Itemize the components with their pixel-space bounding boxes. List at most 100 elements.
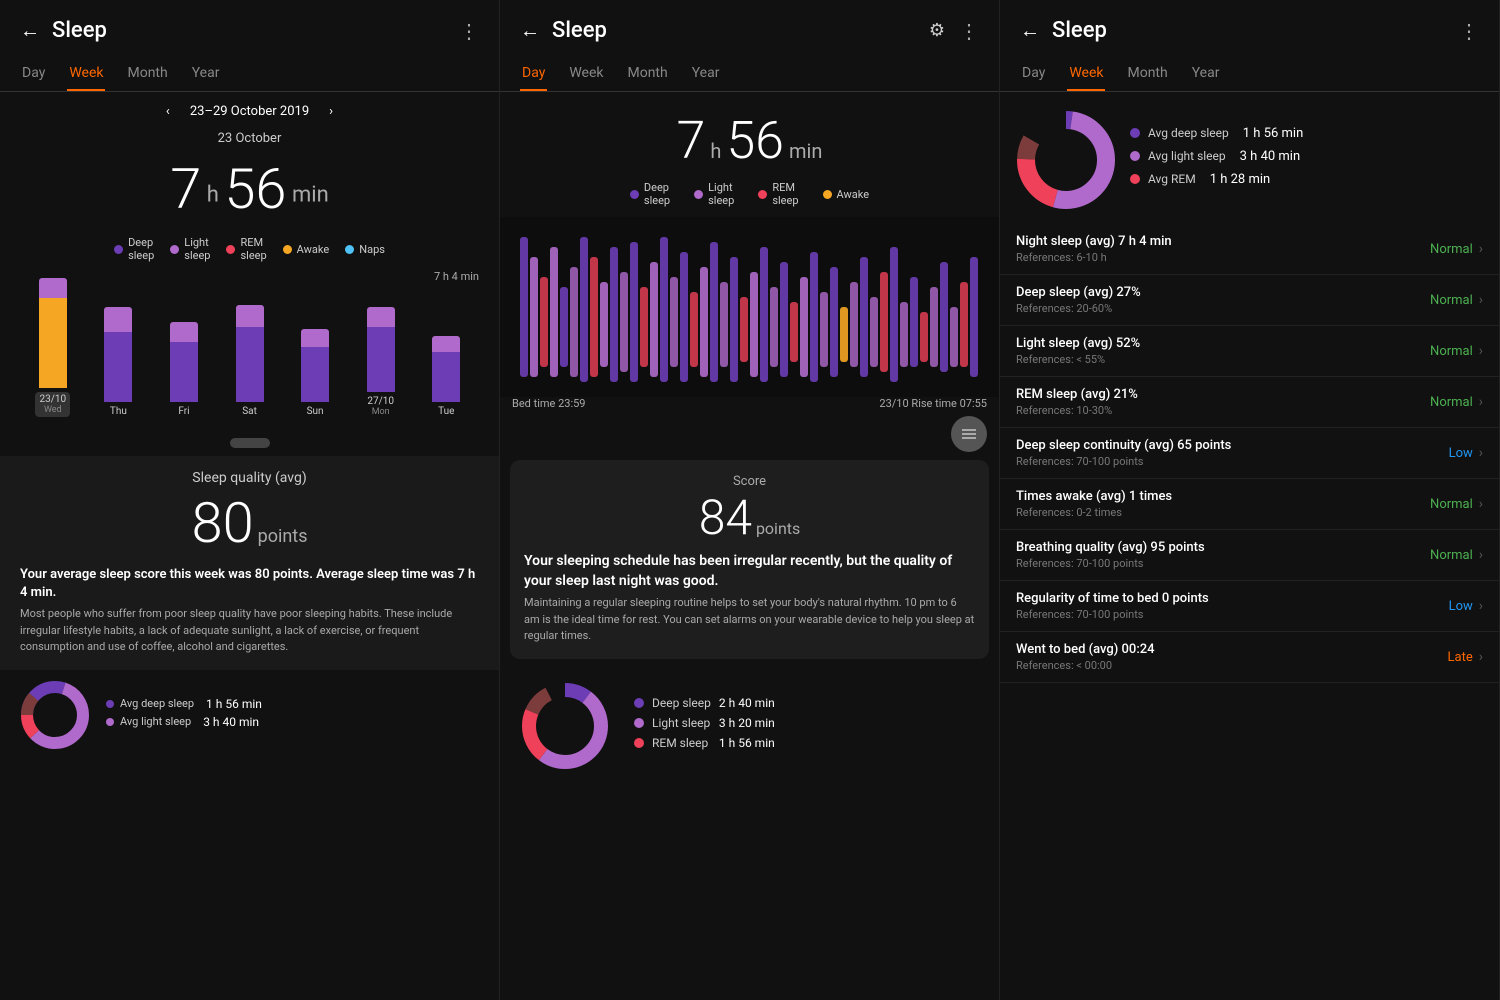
rem-dot-1: [226, 245, 235, 254]
settings-icon-2[interactable]: ⚙: [929, 20, 945, 41]
bar-6[interactable]: 27/10Mon: [352, 287, 410, 417]
legend-awake-1: Awake: [283, 236, 330, 262]
back-arrow-3[interactable]: ←: [1020, 18, 1040, 43]
tab-month-1[interactable]: Month: [125, 59, 169, 91]
metric-left-1: Deep sleep (avg) 27% References: 20-60%: [1016, 285, 1141, 315]
bar-date-2: Thu: [110, 406, 127, 417]
chart-top-label-1: 7 h 4 min: [20, 270, 479, 283]
naps-label-1: Naps: [359, 243, 385, 256]
tab-day-2[interactable]: Day: [520, 59, 547, 91]
metric-right-7: Low ›: [1449, 598, 1483, 614]
p2-donut-chart: [520, 681, 610, 771]
menu-icon-1[interactable]: ⋮: [459, 19, 479, 43]
bar-date-1: 23/10Wed: [35, 392, 70, 417]
metric-name-7: Regularity of time to bed 0 points: [1016, 591, 1209, 606]
dl-light-dot-1: [106, 718, 114, 726]
tab-month-2[interactable]: Month: [625, 59, 669, 91]
chevron-icon-7: ›: [1479, 598, 1483, 614]
metric-status-3: Normal: [1430, 395, 1473, 410]
metric-status-1: Normal: [1430, 293, 1473, 308]
metric-name-4: Deep sleep continuity (avg) 65 points: [1016, 438, 1231, 453]
p3-donut-chart: [1016, 110, 1116, 210]
score-desc-bold: Your sleeping schedule has been irregula…: [524, 552, 975, 591]
metric-left-0: Night sleep (avg) 7 h 4 min References: …: [1016, 234, 1172, 264]
p2-donut-section: Deep sleep 2 h 40 min Light sleep 3 h 20…: [500, 669, 999, 783]
donut-chart-1: [20, 680, 90, 750]
p3-deep-label: Avg deep sleep: [1148, 126, 1229, 140]
metric-row-5[interactable]: Times awake (avg) 1 times References: 0-…: [1000, 479, 1499, 530]
awake-dot-1: [283, 245, 292, 254]
dl2-rem-label: REM sleep: [652, 736, 708, 750]
metric-name-1: Deep sleep (avg) 27%: [1016, 285, 1141, 300]
metric-right-2: Normal ›: [1430, 343, 1483, 359]
bar-5[interactable]: Sun: [286, 287, 344, 417]
toggle-button[interactable]: [951, 416, 987, 452]
next-arrow-1[interactable]: ›: [329, 104, 333, 119]
p2-deep-label: Deepsleep: [644, 181, 670, 207]
p2-rem-dot: [758, 190, 767, 199]
menu-icon-2[interactable]: ⋮: [959, 19, 979, 43]
metric-right-1: Normal ›: [1430, 292, 1483, 308]
menu-icon-3[interactable]: ⋮: [1459, 19, 1479, 43]
tab-p3-day[interactable]: Day: [1020, 59, 1047, 91]
score-num: 84: [699, 489, 752, 546]
score-label: Score: [524, 474, 975, 489]
dl2-light-label: Light sleep: [652, 716, 710, 730]
bar-3[interactable]: Fri: [155, 287, 213, 417]
bar-1[interactable]: 23/10Wed: [24, 287, 82, 417]
naps-dot-1: [345, 245, 354, 254]
quality-desc-1: Your average sleep score this week was 8…: [20, 566, 479, 602]
tab-p3-week[interactable]: Week: [1067, 59, 1105, 91]
metric-row-6[interactable]: Breathing quality (avg) 95 points Refere…: [1000, 530, 1499, 581]
metric-row-8[interactable]: Went to bed (avg) 00:24 References: < 00…: [1000, 632, 1499, 683]
metric-status-5: Normal: [1430, 497, 1473, 512]
back-arrow-icon[interactable]: ←: [20, 18, 40, 43]
tab-p3-year[interactable]: Year: [1190, 59, 1222, 91]
metric-ref-8: References: < 00:00: [1016, 659, 1155, 672]
quality-label-1: Sleep quality (avg): [20, 470, 479, 486]
bar-date-6: 27/10Mon: [367, 396, 394, 417]
tab-week-2[interactable]: Week: [567, 59, 605, 91]
dl-deep-label-1: Avg deep sleep: [120, 697, 194, 710]
metric-status-0: Normal: [1430, 242, 1473, 257]
p2-rem-label: REMsleep: [772, 181, 798, 207]
metric-right-6: Normal ›: [1430, 547, 1483, 563]
p3-deep-val: 1 h 56 min: [1243, 126, 1304, 141]
metric-ref-3: References: 10-30%: [1016, 404, 1138, 417]
metric-left-3: REM sleep (avg) 21% References: 10-30%: [1016, 387, 1138, 417]
metric-ref-2: References: < 55%: [1016, 353, 1140, 366]
metric-row-0[interactable]: Night sleep (avg) 7 h 4 min References: …: [1000, 224, 1499, 275]
metric-name-5: Times awake (avg) 1 times: [1016, 489, 1172, 504]
score-value: 84 points: [524, 489, 975, 546]
legend-1: Deepsleep Lightsleep REMsleep Awake Naps: [0, 232, 499, 270]
mins-unit-1: min: [286, 183, 328, 208]
tab-year-1[interactable]: Year: [190, 59, 222, 91]
score-text: Maintaining a regular sleeping routine h…: [524, 595, 975, 645]
bed-rise-times: Bed time 23:59 23/10 Rise time 07:55: [500, 397, 999, 416]
metric-row-4[interactable]: Deep sleep continuity (avg) 65 points Re…: [1000, 428, 1499, 479]
tab-p3-month[interactable]: Month: [1125, 59, 1169, 91]
hypnogram: [500, 217, 999, 397]
metric-status-8: Late: [1448, 650, 1473, 665]
dl2-deep-val: 2 h 40 min: [719, 696, 775, 710]
p3-rem-label: Avg REM: [1148, 172, 1196, 186]
bar-4[interactable]: Sat: [221, 287, 279, 417]
score-section: Score 84 points Your sleeping schedule h…: [510, 460, 989, 659]
p3-light-val: 3 h 40 min: [1240, 149, 1301, 164]
metric-row-3[interactable]: REM sleep (avg) 21% References: 10-30% N…: [1000, 377, 1499, 428]
metric-row-7[interactable]: Regularity of time to bed 0 points Refer…: [1000, 581, 1499, 632]
header-3: ← Sleep ⋮: [1000, 0, 1499, 53]
metric-status-4: Low: [1449, 446, 1473, 461]
p2-legend: Deepsleep Lightsleep REMsleep Awake: [500, 177, 999, 217]
tab-week-1[interactable]: Week: [67, 59, 105, 91]
metric-row-1[interactable]: Deep sleep (avg) 27% References: 20-60% …: [1000, 275, 1499, 326]
prev-arrow-1[interactable]: ‹: [166, 104, 170, 119]
tab-year-2[interactable]: Year: [690, 59, 722, 91]
back-arrow-2[interactable]: ←: [520, 18, 540, 43]
bar-7[interactable]: Tue: [417, 287, 475, 417]
bar-2[interactable]: Thu: [90, 287, 148, 417]
tab-day-1[interactable]: Day: [20, 59, 47, 91]
metric-row-2[interactable]: Light sleep (avg) 52% References: < 55% …: [1000, 326, 1499, 377]
metric-ref-5: References: 0-2 times: [1016, 506, 1172, 519]
bar-date-4: Sat: [242, 406, 257, 417]
